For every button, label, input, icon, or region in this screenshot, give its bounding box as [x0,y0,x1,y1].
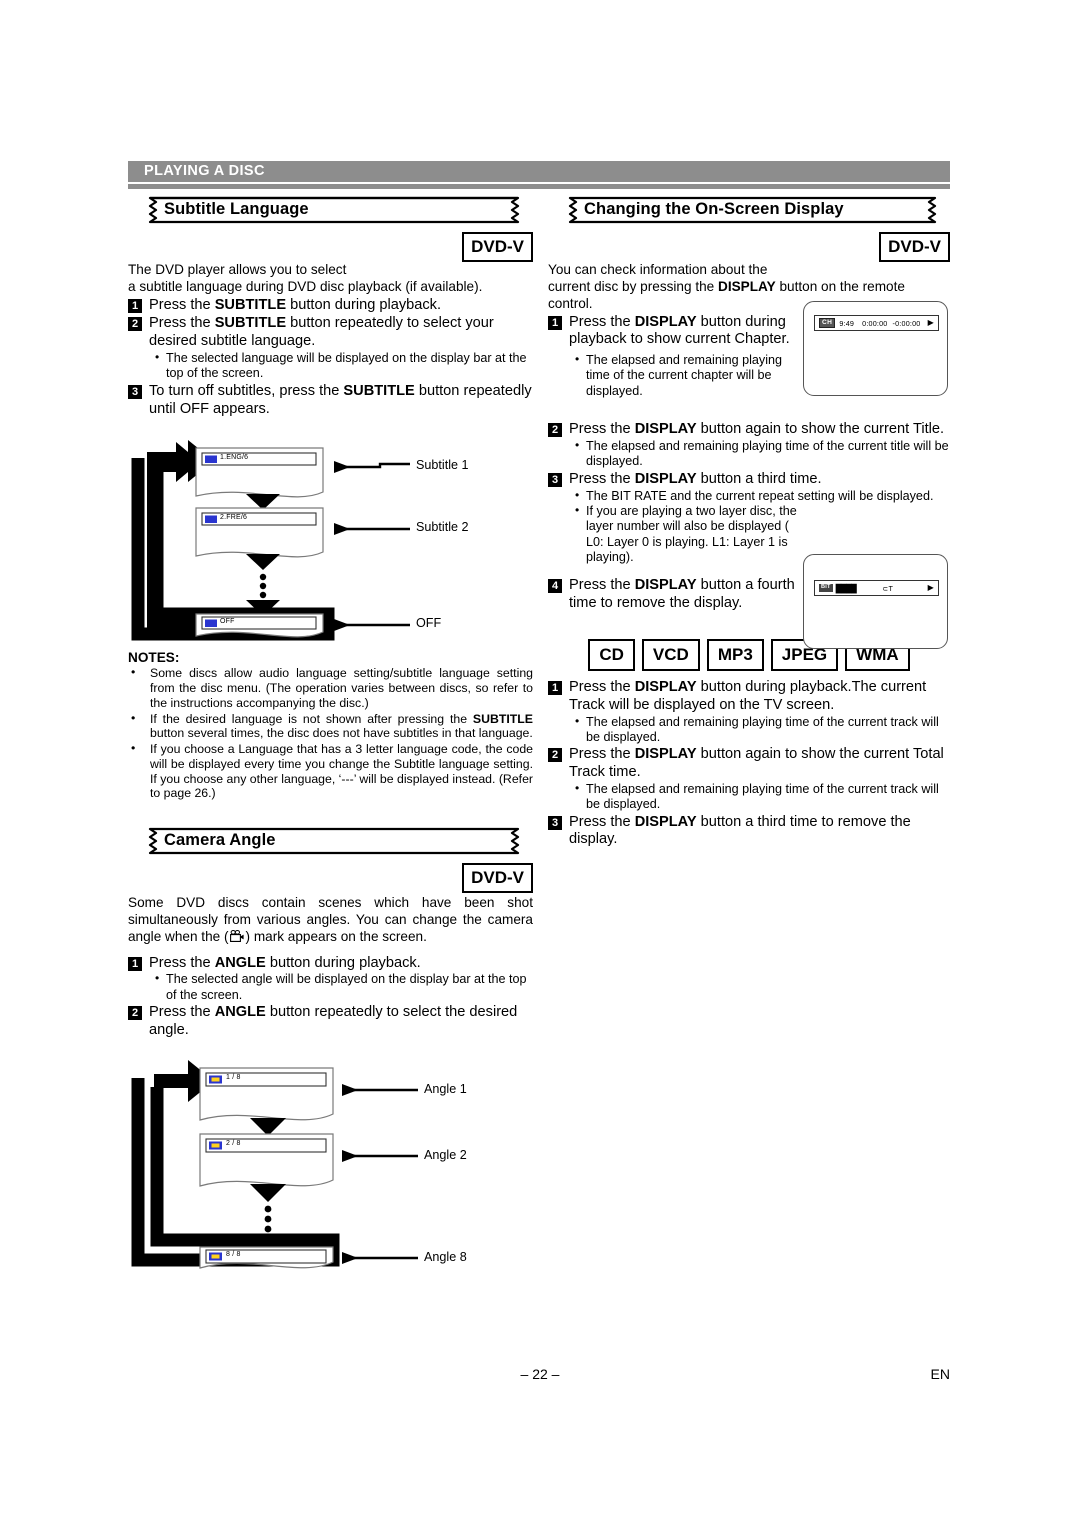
dvdv-badge-row-subtitle: DVD-V [128,232,533,262]
notes-title: NOTES: [128,650,180,666]
formats-step1-bullet: The elapsed and remaining playing time o… [574,714,950,746]
osd-text-subtitle-1: 1.ENG/6 [220,454,249,462]
dvdv-badge-row-osd: DVD-V [548,232,950,262]
chapter-chip: CH [819,317,836,329]
osd-text-subtitle-off: OFF [220,618,235,626]
manual-page: PLAYING A DISC Subtitle Language DVD-V T… [0,0,1080,1528]
subtitle-intro-line2: a subtitle language during DVD disc play… [128,278,483,294]
osd-step2-bullet: The elapsed and remaining playing time o… [574,438,950,470]
tv-screen-bitrate: BIT ████ ⊂T ▶ [803,554,948,649]
osd-step3-bullet-a: The BIT RATE and the current repeat sett… [574,487,950,504]
page-number: – 22 – [520,1366,560,1382]
flow-label-angle-2: Angle 2 [424,1147,467,1162]
step-number: 2 [128,1006,142,1021]
osd-bar-chapter: CH 9:49 0:00:00 -0:00:00 ▶ [814,315,939,331]
step-number: 2 [548,748,562,763]
camera-step-2: 2 Press the ANGLE button repeatedly to s… [128,1004,533,1040]
osd-step3-bullet-b: If you are playing a two layer disc, the… [574,503,801,565]
format-badge-cd: CD [588,638,635,671]
step-number: 1 [548,315,562,330]
camera-intro-text: Some DVD discs contain scenes which have… [128,895,533,944]
osd-intro-line2: current disc by pressing the DISPLAY but… [548,278,905,294]
language-code: EN [930,1366,950,1382]
step-number: 1 [128,956,142,971]
chapter-number: 9:49 [839,318,855,328]
flow-label-angle-1: Angle 1 [424,1081,467,1096]
play-icon: ▶ [927,583,934,592]
section-header-rule [128,184,950,189]
osd-text-subtitle-2: 2.FRE/6 [220,514,248,522]
note-item: If you choose a Language that has a 3 le… [128,741,533,801]
step-number: 3 [128,384,142,399]
step-number: 1 [548,680,562,695]
note-item: Some discs allow audio language setting/… [128,665,533,710]
camera-angle-icon [229,929,246,943]
format-badge-vcd: VCD [641,638,700,671]
formats-step2-bullet: The elapsed and remaining playing time o… [574,781,950,813]
osd-step-3: 3 Press the DISPLAY button a third time. [548,471,950,489]
notes-block: NOTES: Some discs allow audio language s… [128,650,533,801]
subtitle-step2-bullet: The selected language will be displayed … [154,350,533,382]
osd-intro-line1: You can check information about the [548,262,768,277]
dvdv-badge: DVD-V [462,863,533,894]
remaining-time: -0:00:00 [892,318,921,328]
flow-label-subtitle-1: Subtitle 1 [416,458,469,473]
section-header-bar: PLAYING A DISC [128,161,950,182]
subtitle-intro-line1: The DVD player allows you to select [128,262,347,277]
camera-angle-title: Camera Angle [164,831,276,850]
right-column: Changing the On-Screen Display DVD-V You… [548,196,950,849]
subtitle-flow-diagram: 1.ENG/6 2.FRE/6 OFF Subtitle 1 Subtitle … [128,434,533,642]
dvdv-badge: DVD-V [462,232,533,262]
step-number: 2 [548,423,562,438]
camera-step-1: 1 Press the ANGLE button during playback… [128,955,533,973]
camera-angle-flow-diagram: 1 / 8 2 / 8 8 / 8 Angle 1 Angle 2 Angle … [128,1054,533,1272]
play-icon: ▶ [927,318,934,327]
osd-step1-bullet: The elapsed and remaining playing time o… [574,352,796,399]
note-item: If the desired language is not shown aft… [128,711,533,742]
formats-step-2: 2 Press the DISPLAY button again to show… [548,746,950,782]
osd-step-2: 2 Press the DISPLAY button again to show… [548,421,950,439]
osd-step-1: 1 Press the DISPLAY button during playba… [548,314,814,350]
step-number: 3 [548,815,562,830]
osd-section-banner: Changing the On-Screen Display [548,196,950,226]
bitrate-bars: ████ [835,583,857,593]
subtitle-language-title: Subtitle Language [164,200,309,218]
step-number: 4 [548,579,562,594]
osd-step-4: 4 Press the DISPLAY button a fourth time… [548,577,809,613]
flow-label-subtitle-2: Subtitle 2 [416,520,469,535]
osd-text-angle-2: 2 / 8 [226,1139,241,1147]
step-number: 2 [128,317,142,332]
formats-step-3: 3 Press the DISPLAY button a third time … [548,814,950,850]
step-number: 1 [128,298,142,313]
osd-section-title: Changing the On-Screen Display [584,200,844,218]
subtitle-step-2: 2 Press the SUBTITLE button repeatedly t… [128,315,533,351]
camera-step1-bullet: The selected angle will be displayed on … [154,971,533,1003]
flow-label-angle-8: Angle 8 [424,1249,467,1264]
elapsed-time: 0:00:00 [862,318,888,328]
camera-angle-banner: Camera Angle [128,827,533,857]
subtitle-step-1: 1 Press the SUBTITLE button during playb… [128,297,533,315]
dvdv-badge: DVD-V [879,232,950,262]
repeat-indicator: ⊂T [882,583,894,593]
flow-label-subtitle-off: OFF [416,616,442,631]
format-badge-mp3: MP3 [706,638,764,671]
left-column: Subtitle Language DVD-V The DVD player a… [128,196,533,1272]
osd-text-angle-1: 1 / 8 [226,1073,241,1081]
subtitle-step-3: 3 To turn off subtitles, press the SUBTI… [128,383,533,419]
formats-step-1: 1 Press the DISPLAY button during playba… [548,679,950,715]
osd-bar-bitrate: BIT ████ ⊂T ▶ [814,580,939,596]
tv-screen-chapter: CH 9:49 0:00:00 -0:00:00 ▶ [803,301,948,396]
osd-text-angle-8: 8 / 8 [226,1250,241,1258]
subtitle-language-banner: Subtitle Language [128,196,533,226]
dvdv-badge-row-camera: DVD-V [128,863,533,894]
bitrate-chip: BIT [819,584,833,592]
step-number: 3 [548,472,562,487]
